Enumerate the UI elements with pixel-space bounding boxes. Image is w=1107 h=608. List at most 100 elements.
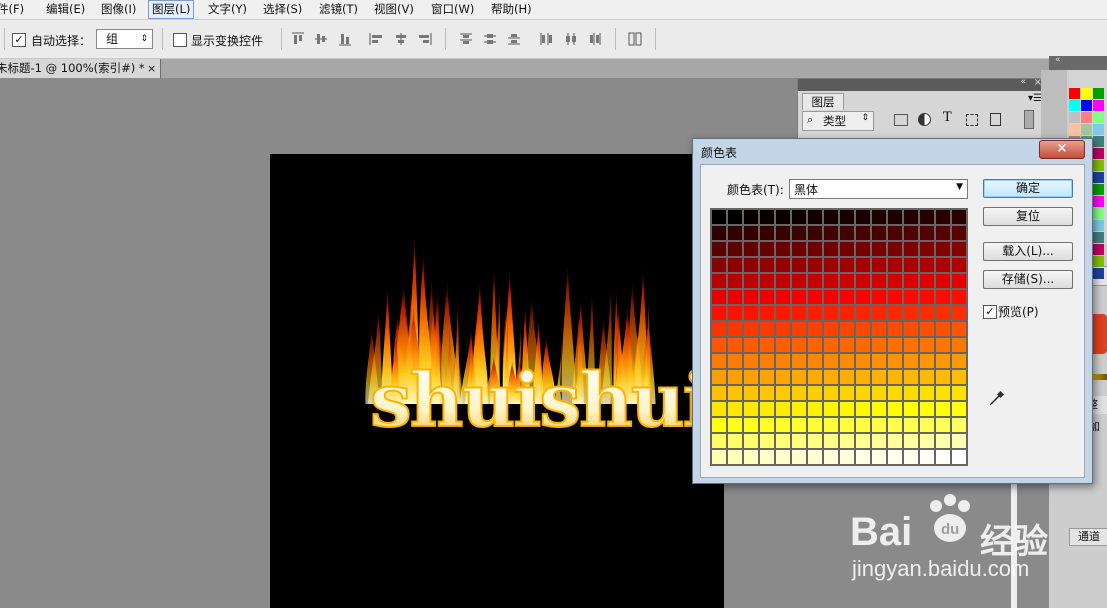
color-cell[interactable]	[919, 417, 935, 433]
color-cell[interactable]	[887, 449, 903, 465]
color-cell[interactable]	[951, 449, 967, 465]
collapse-icon[interactable]: «	[1055, 55, 1061, 65]
color-cell[interactable]	[903, 273, 919, 289]
color-cell[interactable]	[839, 257, 855, 273]
color-cell[interactable]	[919, 209, 935, 225]
color-cell[interactable]	[807, 417, 823, 433]
preview-checkbox[interactable]: ✓	[983, 305, 997, 319]
color-cell[interactable]	[791, 385, 807, 401]
color-cell[interactable]	[919, 273, 935, 289]
color-cell[interactable]	[759, 321, 775, 337]
color-cell[interactable]	[823, 209, 839, 225]
color-cell[interactable]	[887, 369, 903, 385]
swatch[interactable]	[1093, 256, 1104, 267]
color-cell[interactable]	[903, 337, 919, 353]
color-cell[interactable]	[935, 289, 951, 305]
ok-button[interactable]: 确定	[983, 179, 1073, 198]
color-cell[interactable]	[855, 369, 871, 385]
distribute-hcenter-icon[interactable]	[563, 31, 579, 47]
color-cell[interactable]	[951, 369, 967, 385]
color-cell[interactable]	[855, 433, 871, 449]
color-cell[interactable]	[807, 289, 823, 305]
color-cell[interactable]	[791, 417, 807, 433]
color-cell[interactable]	[887, 209, 903, 225]
color-cell[interactable]	[743, 273, 759, 289]
color-cell[interactable]	[903, 209, 919, 225]
color-cell[interactable]	[839, 321, 855, 337]
align-bottom-icon[interactable]	[337, 31, 353, 47]
color-cell[interactable]	[807, 369, 823, 385]
color-cell[interactable]	[951, 225, 967, 241]
color-cell[interactable]	[855, 273, 871, 289]
color-cell[interactable]	[807, 257, 823, 273]
color-cell[interactable]	[919, 385, 935, 401]
document-tab[interactable]: 未标题-1 @ 100%(索引#) * ×	[0, 59, 161, 78]
align-vcenter-icon[interactable]	[313, 31, 329, 47]
color-cell[interactable]	[935, 305, 951, 321]
color-cell[interactable]	[727, 305, 743, 321]
color-cell[interactable]	[903, 433, 919, 449]
color-cell[interactable]	[807, 433, 823, 449]
color-cell[interactable]	[759, 225, 775, 241]
color-cell[interactable]	[951, 433, 967, 449]
color-cell[interactable]	[935, 321, 951, 337]
color-cell[interactable]	[951, 209, 967, 225]
color-cell[interactable]	[791, 337, 807, 353]
color-cell[interactable]	[727, 209, 743, 225]
color-cell[interactable]	[823, 225, 839, 241]
color-cell[interactable]	[775, 353, 791, 369]
color-cell[interactable]	[759, 257, 775, 273]
color-cell[interactable]	[951, 321, 967, 337]
swatch[interactable]	[1081, 124, 1092, 135]
color-cell[interactable]	[791, 289, 807, 305]
color-cell[interactable]	[823, 241, 839, 257]
color-table-dropdown[interactable]: 黑体 ▼	[789, 179, 968, 199]
color-cell[interactable]	[903, 369, 919, 385]
color-cell[interactable]	[759, 289, 775, 305]
color-cell[interactable]	[903, 257, 919, 273]
color-cell[interactable]	[871, 321, 887, 337]
color-cell[interactable]	[855, 209, 871, 225]
color-cell[interactable]	[807, 209, 823, 225]
color-cell[interactable]	[743, 449, 759, 465]
color-cell[interactable]	[759, 385, 775, 401]
color-cell[interactable]	[791, 369, 807, 385]
color-cell[interactable]	[823, 401, 839, 417]
color-cell[interactable]	[871, 209, 887, 225]
color-cell[interactable]	[823, 289, 839, 305]
color-cell[interactable]	[951, 241, 967, 257]
color-cell[interactable]	[951, 385, 967, 401]
shape-filter-icon[interactable]	[966, 114, 978, 126]
color-cell[interactable]	[871, 257, 887, 273]
color-cell[interactable]	[871, 273, 887, 289]
dialog-titlebar[interactable]: 颜色表 ×	[693, 139, 1092, 163]
save-button[interactable]: 存储(S)...	[983, 270, 1073, 289]
color-cell[interactable]	[743, 401, 759, 417]
color-cell[interactable]	[791, 225, 807, 241]
color-cell[interactable]	[759, 417, 775, 433]
menu-layer[interactable]: 图层(L)	[148, 0, 195, 19]
color-cell[interactable]	[711, 209, 727, 225]
color-cell[interactable]	[711, 369, 727, 385]
color-cell[interactable]	[919, 353, 935, 369]
color-cell[interactable]	[775, 401, 791, 417]
color-cell[interactable]	[839, 209, 855, 225]
color-cell[interactable]	[711, 353, 727, 369]
color-cell[interactable]	[855, 337, 871, 353]
swatch[interactable]	[1081, 112, 1092, 123]
distribute-left-icon[interactable]	[538, 31, 554, 47]
color-cell[interactable]	[903, 449, 919, 465]
swatch[interactable]	[1093, 268, 1104, 279]
color-cell[interactable]	[935, 417, 951, 433]
color-cell[interactable]	[743, 257, 759, 273]
color-cell[interactable]	[935, 337, 951, 353]
color-cell[interactable]	[759, 449, 775, 465]
color-cell[interactable]	[727, 241, 743, 257]
color-cell[interactable]	[839, 353, 855, 369]
color-cell[interactable]	[823, 385, 839, 401]
swatch[interactable]	[1093, 160, 1104, 171]
color-cell[interactable]	[711, 449, 727, 465]
color-cell[interactable]	[823, 353, 839, 369]
swatch[interactable]	[1081, 88, 1092, 99]
color-cell[interactable]	[919, 321, 935, 337]
